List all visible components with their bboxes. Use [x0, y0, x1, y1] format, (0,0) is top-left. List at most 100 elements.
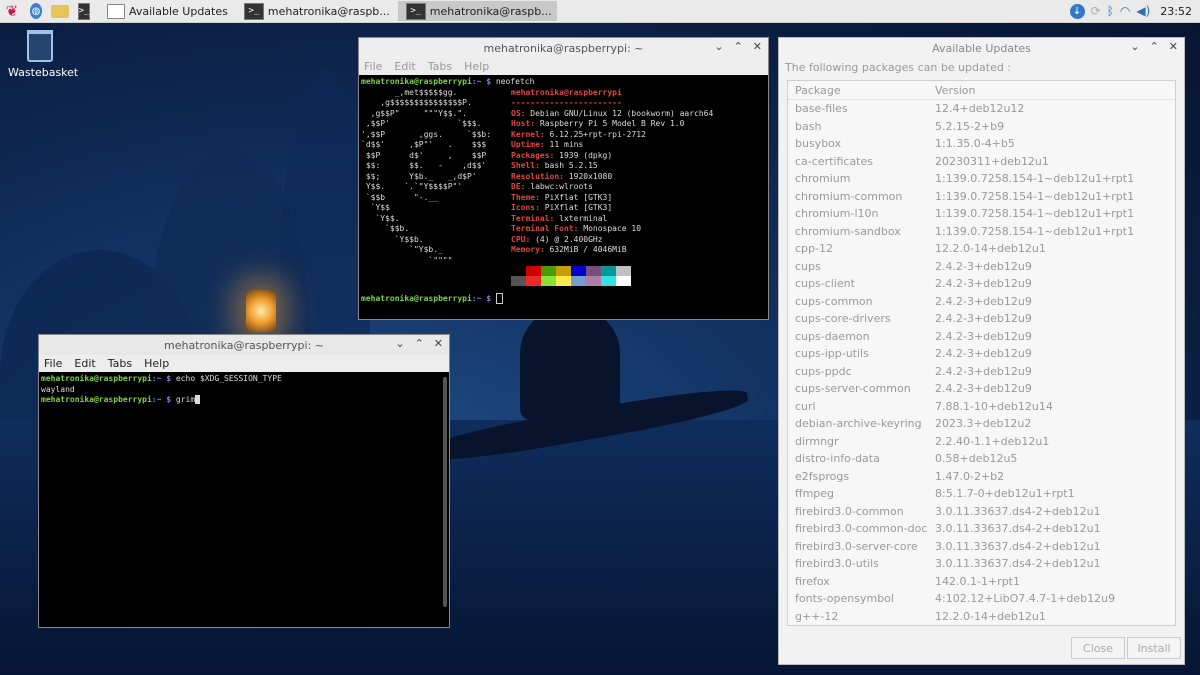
browser-launcher[interactable]: ◍ [27, 2, 45, 20]
package-row[interactable]: cups-server-common 2.4.2-3+deb12u9 [788, 380, 1175, 398]
file-manager-launcher[interactable] [51, 2, 69, 20]
volume-icon[interactable]: ◀) [1136, 4, 1150, 18]
package-row[interactable]: firebird3.0-common 3.0.11.33637.ds4-2+deb… [788, 503, 1175, 521]
package-row[interactable]: cups 2.4.2-3+deb12u9 [788, 258, 1175, 276]
window-titlebar[interactable]: mehatronika@raspberrypi: ~ ⌄ ⌃ ✕ [359, 38, 768, 58]
package-version: 12.2.0-14+deb12u1 [935, 242, 1046, 256]
package-name: chromium-sandbox [795, 224, 901, 238]
taskbar-window-terminal-1[interactable]: >_ mehatronika@raspb... [236, 1, 395, 21]
menu-tabs[interactable]: Tabs [108, 357, 132, 370]
package-row[interactable]: base-files 12.4+deb12u12 [788, 100, 1175, 118]
package-row[interactable]: e2fsprogs 1.47.0-2+b2 [788, 468, 1175, 486]
package-row[interactable]: chromium-sandbox 1:139.0.7258.154-1~deb12… [788, 223, 1175, 241]
updates-description: The following packages can be updated : [785, 61, 1012, 74]
package-name: cups-ipp-utils [795, 347, 869, 361]
maximize-icon[interactable]: ⌃ [734, 40, 743, 53]
info-key: Resolution [511, 171, 560, 181]
package-row[interactable]: cups-ppdc 2.4.2-3+deb12u9 [788, 363, 1175, 381]
package-row[interactable]: dirmngr 2.2.40-1.1+deb12u1 [788, 433, 1175, 451]
menubar: File Edit Tabs Help [359, 58, 768, 75]
palette-swatch [526, 265, 541, 276]
info-key: Shell [511, 161, 536, 170]
clock[interactable]: 23:52 [1160, 5, 1192, 18]
maximize-icon[interactable]: ⌃ [415, 337, 424, 350]
minimize-icon[interactable]: ⌄ [395, 337, 404, 350]
info-value: PiXflat [GTK3] [539, 203, 613, 212]
desktop-wastebasket[interactable]: Wastebasket [8, 30, 78, 79]
package-row[interactable]: chromium-l10n 1:139.0.7258.154-1~deb12u1+… [788, 205, 1175, 223]
package-row[interactable]: debian-archive-keyring 2023.3+deb12u2 [788, 415, 1175, 433]
package-row[interactable]: firebird3.0-common-doc 3.0.11.33637.ds4-2… [788, 520, 1175, 538]
terminal-launcher[interactable]: >_ [75, 2, 93, 20]
column-header-package[interactable]: Package [788, 84, 935, 97]
close-icon[interactable]: ✕ [434, 337, 443, 350]
package-list[interactable]: Package Version base-files 12.4+deb12u12 b… [787, 80, 1176, 626]
sync-icon[interactable]: ⟳ [1091, 4, 1101, 18]
column-header-version[interactable]: Version [935, 84, 1175, 97]
package-row[interactable]: g++-12 12.2.0-14+deb12u1 [788, 608, 1175, 626]
info-key: CPU [511, 234, 526, 244]
package-row[interactable]: bash 5.2.15-2+b9 [788, 118, 1175, 136]
package-row[interactable]: cups-common 2.4.2-3+deb12u9 [788, 293, 1175, 311]
palette-swatch [601, 275, 616, 286]
menu-help[interactable]: Help [144, 357, 169, 370]
package-row[interactable]: cpp-12 12.2.0-14+deb12u1 [788, 240, 1175, 258]
wifi-icon[interactable]: ◠ [1120, 4, 1130, 18]
package-row[interactable]: cups-ipp-utils 2.4.2-3+deb12u9 [788, 345, 1175, 363]
package-name: debian-archive-keyring [795, 417, 922, 431]
logo-line: `$$b "-.__ [361, 192, 439, 202]
package-version: 1:139.0.7258.154-1~deb12u1+rpt1 [935, 207, 1135, 221]
package-row[interactable]: cups-client 2.4.2-3+deb12u9 [788, 275, 1175, 293]
package-row[interactable]: curl 7.88.1-10+deb12u14 [788, 398, 1175, 416]
package-version: 1:139.0.7258.154-1~deb12u1+rpt1 [935, 189, 1135, 203]
minimize-icon[interactable]: ⌄ [714, 40, 723, 53]
menu-tabs[interactable]: Tabs [428, 60, 452, 73]
terminal-output[interactable]: mehatronika@raspberrypi:~ $ neofetch _,m… [359, 75, 768, 319]
terminal-window-neofetch[interactable]: mehatronika@raspberrypi: ~ ⌄ ⌃ ✕ File Ed… [359, 38, 768, 319]
maximize-icon[interactable]: ⌃ [1150, 40, 1159, 53]
info-value: bash 5.2.15 [539, 161, 598, 170]
window-titlebar[interactable]: Available Updates ⌄ ⌃ ✕ [779, 38, 1184, 58]
install-button[interactable]: Install [1127, 637, 1181, 659]
bluetooth-icon[interactable]: ᛒ [1107, 4, 1114, 18]
updates-download-icon[interactable]: ↓ [1069, 3, 1085, 19]
menu-file[interactable]: File [44, 357, 62, 370]
info-line: Terminal: lxterminal [511, 214, 713, 225]
package-name: firebird3.0-server-core [795, 539, 918, 553]
menu-file[interactable]: File [364, 60, 382, 73]
close-icon[interactable]: ✕ [753, 40, 762, 53]
terminal-window-active[interactable]: mehatronika@raspberrypi: ~ ⌄ ⌃ ✕ File Ed… [39, 335, 449, 627]
menu-help[interactable]: Help [464, 60, 489, 73]
menu-edit[interactable]: Edit [394, 60, 415, 73]
taskbar-window-label: Available Updates [129, 4, 228, 18]
package-row[interactable]: firebird3.0-utils 3.0.11.33637.ds4-2+deb1… [788, 555, 1175, 573]
taskbar-window-terminal-2[interactable]: >_ mehatronika@raspb... [397, 1, 557, 21]
menu-edit[interactable]: Edit [74, 357, 95, 370]
package-version: 1:139.0.7258.154-1~deb12u1+rpt1 [935, 172, 1135, 186]
window-titlebar[interactable]: mehatronika@raspberrypi: ~ ⌄ ⌃ ✕ [39, 335, 449, 355]
package-row[interactable]: firebird3.0-server-core 3.0.11.33637.ds4-… [788, 538, 1175, 556]
package-name: cups-server-common [795, 382, 911, 396]
raspberry-menu-icon[interactable]: ❦ [3, 2, 21, 20]
package-row[interactable]: ffmpeg 8:5.1.7-0+deb12u1+rpt1 [788, 485, 1175, 503]
package-row[interactable]: chromium-common 1:139.0.7258.154-1~deb12u… [788, 188, 1175, 206]
package-row[interactable]: firefox 142.0.1-1+rpt1 [788, 573, 1175, 591]
close-button[interactable]: Close [1071, 637, 1125, 659]
window-controls: ⌄ ⌃ ✕ [1130, 40, 1178, 53]
minimize-icon[interactable]: ⌄ [1130, 40, 1139, 53]
package-row[interactable]: chromium 1:139.0.7258.154-1~deb12u1+rpt1 [788, 170, 1175, 188]
package-row[interactable]: cups-daemon 2.4.2-3+deb12u9 [788, 328, 1175, 346]
package-row[interactable]: distro-info-data 0.58+deb12u5 [788, 450, 1175, 468]
taskbar: ❦ ◍ >_ Available Updates >_ mehatronika@… [0, 0, 1200, 23]
taskbar-window-updates[interactable]: Available Updates [99, 1, 233, 21]
close-icon[interactable]: ✕ [1169, 40, 1178, 53]
terminal-scrollbar[interactable] [443, 377, 447, 607]
package-version: 1:139.0.7258.154-1~deb12u1+rpt1 [935, 224, 1135, 238]
package-name: cups-client [795, 277, 855, 291]
terminal-output[interactable]: mehatronika@raspberrypi:~ $ echo $XDG_SE… [39, 372, 449, 626]
available-updates-window[interactable]: Available Updates ⌄ ⌃ ✕ The following pa… [779, 38, 1184, 664]
package-row[interactable]: fonts-opensymbol 4:102.12+LibO7.4.7-1+deb… [788, 590, 1175, 608]
package-row[interactable]: busybox 1:1.35.0-4+b5 [788, 135, 1175, 153]
package-row[interactable]: ca-certificates 20230311+deb12u1 [788, 153, 1175, 171]
package-row[interactable]: cups-core-drivers 2.4.2-3+deb12u9 [788, 310, 1175, 328]
